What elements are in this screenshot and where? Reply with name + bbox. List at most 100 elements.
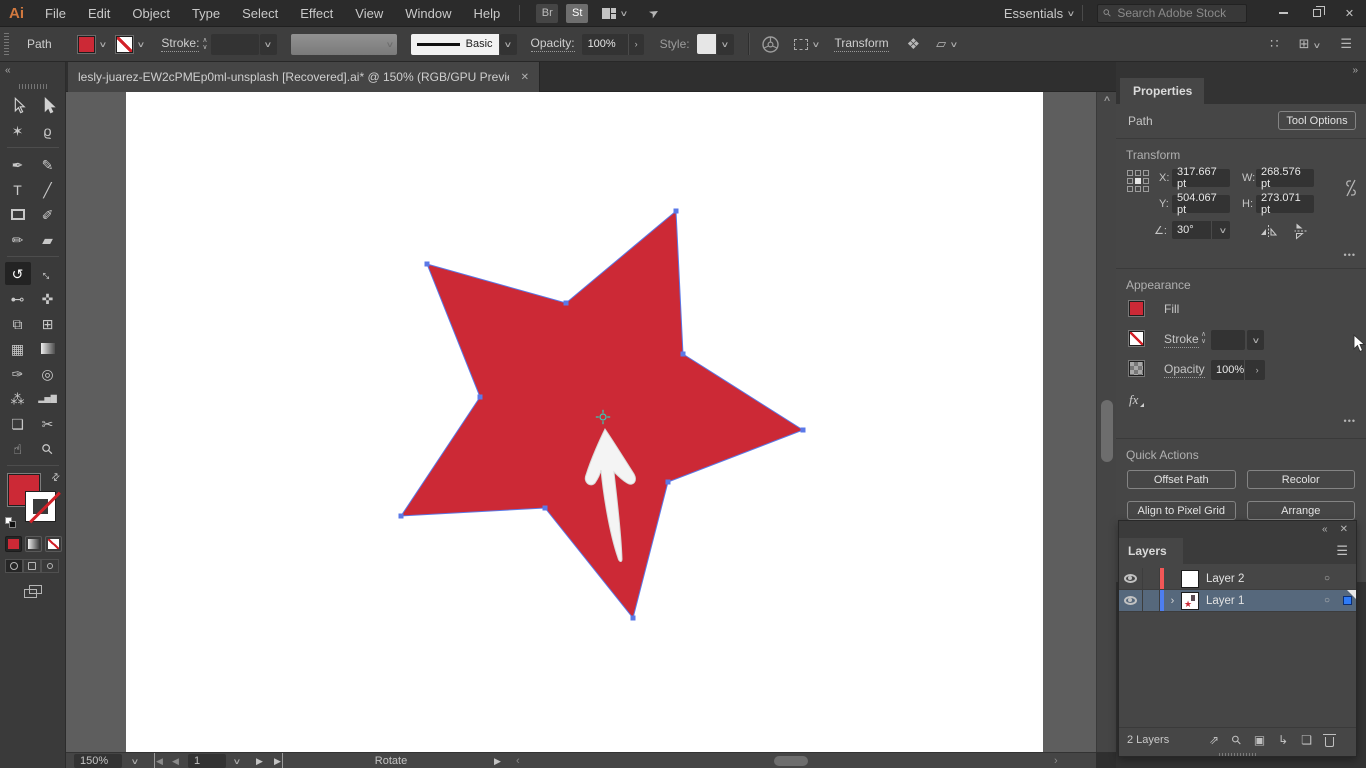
new-layer-icon[interactable]: ❏ — [1301, 733, 1312, 747]
fill-color-swatch[interactable] — [78, 36, 95, 53]
appearance-stroke-label[interactable]: Stroke — [1164, 332, 1199, 348]
menu-edit[interactable]: Edit — [77, 6, 121, 21]
default-fill-stroke-icon[interactable] — [5, 517, 16, 528]
close-button[interactable]: ✕ — [1333, 0, 1366, 26]
stroke-weight-field[interactable] — [211, 34, 259, 55]
rotation-angle-combo[interactable]: 30° ∨ — [1172, 221, 1230, 239]
flip-horizontal-icon[interactable] — [1260, 225, 1277, 237]
chevron-down-icon[interactable]: ∨ — [136, 40, 145, 49]
menu-type[interactable]: Type — [181, 6, 231, 21]
graphic-style-swatch[interactable] — [697, 34, 716, 54]
select-similar-icon[interactable] — [794, 39, 808, 50]
draw-normal-button[interactable] — [5, 559, 23, 573]
x-value-field[interactable]: 317.667 pt — [1172, 169, 1230, 187]
pen-tool-icon[interactable]: ✒ — [5, 153, 31, 176]
tool-options-button[interactable]: Tool Options — [1278, 111, 1356, 130]
control-dock-icon[interactable]: ⊞ — [1299, 36, 1310, 51]
line-segment-tool-icon[interactable]: ╱ — [35, 178, 61, 201]
menu-view[interactable]: View — [344, 6, 394, 21]
collapse-panel-icon[interactable]: « — [1322, 524, 1328, 535]
layer-thumbnail[interactable] — [1181, 570, 1199, 588]
status-menu-icon[interactable]: ▶ — [494, 753, 501, 768]
width-tool-icon[interactable]: ⊷ — [5, 287, 31, 310]
opacity-arrow[interactable]: › — [628, 34, 644, 55]
vertical-scrollbar[interactable]: ∧ — [1096, 92, 1116, 752]
paintbrush-tool-icon[interactable]: ✐ — [35, 203, 61, 226]
eraser-tool-icon[interactable]: ▰ — [35, 228, 61, 251]
scale-tool-icon[interactable]: ↔ — [35, 262, 61, 285]
column-graph-tool-icon[interactable]: ▂▅▇ — [35, 387, 61, 410]
layer-thumbnail[interactable]: ★ — [1181, 592, 1199, 610]
lock-toggle[interactable] — [1143, 568, 1160, 589]
share-document-icon[interactable]: ➤ — [646, 4, 662, 21]
appearance-opacity-label[interactable]: Opacity — [1164, 362, 1205, 378]
artboard-number-field[interactable]: 1 — [188, 754, 226, 768]
make-clipping-mask-icon[interactable]: ▣ — [1254, 733, 1265, 747]
y-value-field[interactable]: 504.067 pt — [1172, 195, 1230, 213]
chevron-down-icon[interactable]: ∨ — [98, 40, 107, 49]
close-panel-icon[interactable]: ✕ — [1340, 524, 1348, 535]
direct-selection-tool-icon[interactable] — [35, 94, 61, 117]
horizontal-scroll-thumb[interactable] — [774, 756, 808, 766]
recolor-button[interactable]: Recolor — [1247, 470, 1356, 489]
layer-row-layer-2[interactable]: Layer 2○ — [1119, 568, 1356, 590]
chevron-down-icon[interactable]: ∨ — [811, 40, 820, 49]
panel-menu-icon[interactable]: ☰ — [1336, 543, 1348, 559]
zoom-tool-icon[interactable]: ⚲ — [35, 437, 61, 460]
fx-effects-button[interactable]: fx — [1129, 392, 1138, 408]
new-sublayer-icon[interactable]: ↳ — [1278, 733, 1288, 747]
style-dropdown[interactable]: ∨ — [717, 34, 734, 55]
zoom-dropdown-icon[interactable]: ∨ — [131, 757, 140, 766]
target-circle-icon[interactable]: ○ — [1316, 573, 1338, 584]
search-input[interactable]: ⚲ Search Adobe Stock — [1097, 4, 1247, 23]
opacity-checker-swatch[interactable] — [1129, 361, 1144, 376]
perspective-grid-tool-icon[interactable]: ⊞ — [35, 312, 61, 335]
control-menu-icon[interactable]: ☰ — [1340, 36, 1352, 52]
eyedropper-tool-icon[interactable]: ✑ — [5, 362, 31, 385]
chevron-down-icon[interactable]: ∨ — [1313, 41, 1322, 50]
document-tab[interactable]: lesly-juarez-EW2cPMEp0ml-unsplash [Recov… — [68, 62, 540, 92]
draw-inside-button[interactable] — [41, 559, 59, 573]
slice-tool-icon[interactable]: ✂ — [35, 412, 61, 435]
appearance-stroke-swatch[interactable] — [1129, 331, 1144, 346]
flip-vertical-icon[interactable] — [1295, 223, 1307, 240]
type-tool-icon[interactable]: T — [5, 178, 31, 201]
transform-link[interactable]: Transform — [834, 36, 888, 52]
menu-object[interactable]: Object — [121, 6, 181, 21]
last-artboard-icon[interactable]: ▶ — [274, 753, 283, 768]
arrange-button[interactable]: Arrange — [1247, 501, 1356, 520]
stroke-weight-dropdown[interactable]: ∨ — [260, 34, 277, 55]
tab-layers[interactable]: Layers — [1119, 538, 1183, 564]
chevron-down-icon[interactable]: ∨ — [1219, 226, 1228, 235]
visibility-eye-icon[interactable] — [1119, 568, 1143, 589]
stroke-proxy-swatch[interactable] — [25, 491, 56, 522]
control-grid-icon[interactable]: ∷ — [1270, 36, 1278, 52]
rotate-tool-icon[interactable]: ↺ — [5, 262, 31, 285]
layer-name[interactable]: Layer 1 — [1199, 595, 1316, 607]
offset-path-button[interactable]: Offset Path — [1127, 470, 1236, 489]
gradient-button[interactable] — [25, 536, 42, 552]
align-to-pixel-grid-button[interactable]: Align to Pixel Grid — [1127, 501, 1236, 520]
reference-point-locator[interactable] — [1127, 170, 1149, 192]
more-options-icon[interactable]: ••• — [1344, 250, 1356, 260]
menu-file[interactable]: File — [34, 6, 77, 21]
stroke-weight-stepper[interactable]: ∧∨ — [1201, 331, 1206, 345]
menu-help[interactable]: Help — [462, 6, 511, 21]
brush-definition-dropdown[interactable]: Basic ∨ — [411, 34, 517, 55]
target-circle-icon[interactable]: ○ — [1316, 595, 1338, 606]
shape-builder-tool-icon[interactable]: ⧉ — [5, 312, 31, 335]
stroke-weight-label[interactable]: Stroke: — [161, 36, 199, 52]
app-logo[interactable]: Ai — [9, 5, 24, 22]
expand-layer-icon[interactable]: › — [1164, 595, 1181, 607]
layer-name[interactable]: Layer 2 — [1199, 573, 1316, 585]
stroke-weight-field[interactable] — [1211, 330, 1245, 350]
menu-window[interactable]: Window — [394, 6, 462, 21]
stroke-weight-dropdown[interactable]: ∨ — [1247, 330, 1264, 350]
recolor-artwork-icon[interactable] — [761, 35, 780, 54]
menu-select[interactable]: Select — [231, 6, 289, 21]
opacity-arrow[interactable]: › — [1249, 360, 1265, 381]
visibility-eye-icon[interactable] — [1119, 590, 1143, 611]
collapse-panel-icon[interactable]: « — [5, 65, 11, 76]
symbol-sprayer-tool-icon[interactable]: ⁂ — [5, 387, 31, 410]
vertical-scroll-thumb[interactable] — [1101, 400, 1113, 462]
